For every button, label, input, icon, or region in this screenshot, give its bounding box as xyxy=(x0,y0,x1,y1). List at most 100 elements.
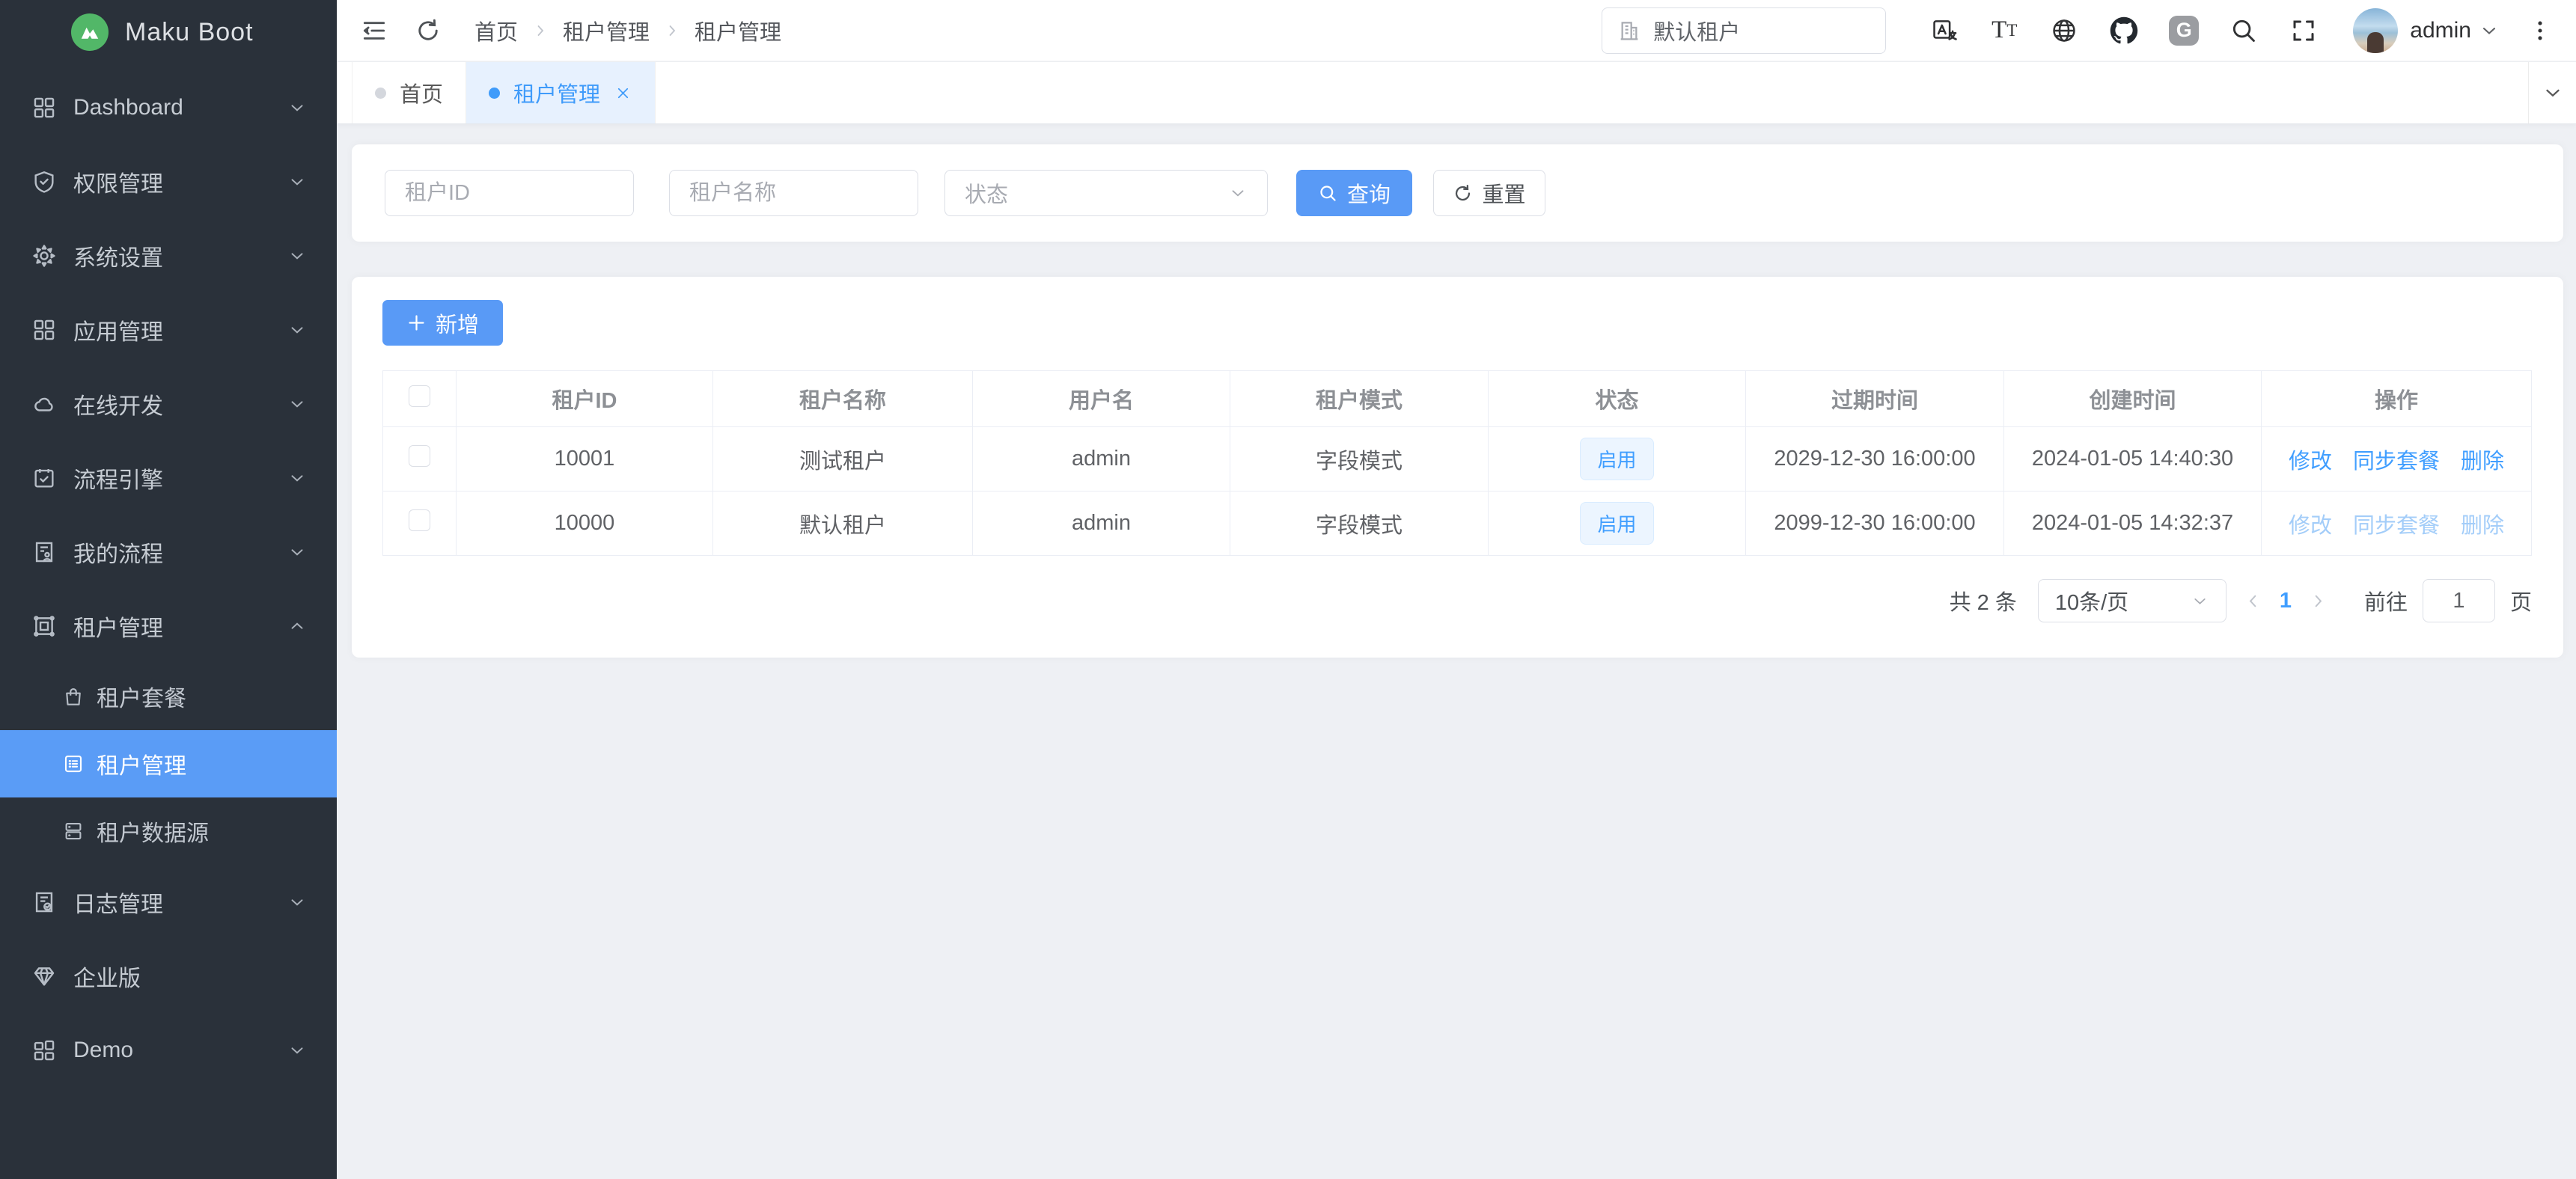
breadcrumb-tenant-module[interactable]: 租户管理 xyxy=(563,15,650,46)
goto-label: 前往 xyxy=(2364,585,2408,616)
sidebar-item-label: 企业版 xyxy=(73,960,141,993)
chevron-down-icon xyxy=(287,1041,307,1060)
cell-actions: 修改同步套餐删除 xyxy=(2262,427,2532,491)
sidebar-subitem-tenant-management[interactable]: 租户管理 xyxy=(0,730,337,797)
select-all-checkbox[interactable] xyxy=(409,385,430,407)
pagination: 共 2 条 10条/页 1 前往 页 xyxy=(382,579,2532,622)
sidebar-collapse-icon[interactable] xyxy=(358,14,391,47)
shield-check-icon xyxy=(31,169,57,195)
sidebar-item-demo[interactable]: Demo xyxy=(0,1013,337,1087)
cell-tenant-id: 10001 xyxy=(457,427,713,491)
sidebar-item-tenant-management[interactable]: 租户管理 xyxy=(0,589,337,663)
chevron-down-icon xyxy=(287,394,307,414)
status-select-placeholder: 状态 xyxy=(965,177,1228,209)
status-select[interactable]: 状态 xyxy=(944,170,1268,216)
sync-package-link[interactable]: 同步套餐 xyxy=(2353,514,2440,538)
sidebar-item-label: 我的流程 xyxy=(73,536,163,569)
sync-package-link[interactable]: 同步套餐 xyxy=(2353,450,2440,474)
chevron-right-icon xyxy=(531,22,549,40)
delete-link[interactable]: 删除 xyxy=(2461,514,2504,538)
globe-icon[interactable] xyxy=(2049,16,2079,46)
col-tenant-name: 租户名称 xyxy=(713,371,973,427)
chevron-right-icon xyxy=(663,22,681,40)
sidebar-item-label: 租户管理 xyxy=(73,610,163,643)
query-button[interactable]: 查询 xyxy=(1296,170,1412,216)
github-icon[interactable] xyxy=(2109,16,2139,46)
cell-tenant-name: 默认租户 xyxy=(713,491,973,556)
refresh-icon[interactable] xyxy=(412,14,445,47)
gitee-icon[interactable]: G xyxy=(2169,16,2199,46)
table-row: 10000 默认租户 admin 字段模式 启用 2099-12-30 16:0… xyxy=(383,491,2532,556)
app-logo[interactable]: Maku Boot xyxy=(0,0,337,64)
maku-logo-icon xyxy=(71,13,109,51)
query-button-label: 查询 xyxy=(1347,177,1391,209)
cell-expire-time: 2029-12-30 16:00:00 xyxy=(1746,427,2004,491)
document-user-icon xyxy=(31,539,57,565)
pagination-total: 共 2 条 xyxy=(1950,585,2017,616)
translate-icon[interactable] xyxy=(1929,16,1959,46)
sidebar-item-workflow-engine[interactable]: 流程引擎 xyxy=(0,441,337,515)
sidebar: Maku Boot Dashboard 权限管理 系统设置 xyxy=(0,0,337,1179)
chevron-down-icon xyxy=(287,542,307,562)
cell-actions: 修改同步套餐删除 xyxy=(2262,491,2532,556)
app-title: Maku Boot xyxy=(125,18,254,47)
add-button[interactable]: 新增 xyxy=(382,300,503,346)
page-unit-label: 页 xyxy=(2510,585,2532,616)
reset-button[interactable]: 重置 xyxy=(1433,170,1545,216)
prev-page-icon[interactable] xyxy=(2243,591,2263,611)
next-page-icon[interactable] xyxy=(2308,591,2328,611)
row-checkbox[interactable] xyxy=(409,509,430,531)
breadcrumb-home[interactable]: 首页 xyxy=(474,15,518,46)
page-number[interactable]: 1 xyxy=(2280,589,2292,613)
cell-status: 启用 xyxy=(1489,427,1746,491)
reset-button-label: 重置 xyxy=(1482,177,1525,209)
table-header-row: 租户ID 租户名称 用户名 租户模式 状态 过期时间 创建时间 操作 xyxy=(383,371,2532,427)
user-avatar[interactable] xyxy=(2353,8,2398,53)
chevron-down-icon[interactable] xyxy=(2479,20,2500,41)
tab-home[interactable]: 首页 xyxy=(352,62,466,123)
fullscreen-icon[interactable] xyxy=(2289,16,2319,46)
search-icon xyxy=(1318,183,1338,203)
sidebar-item-system-settings[interactable]: 系统设置 xyxy=(0,218,337,293)
sidebar-subitem-label: 租户数据源 xyxy=(97,815,209,848)
sidebar-item-dashboard[interactable]: Dashboard xyxy=(0,70,337,144)
sidebar-item-online-dev[interactable]: 在线开发 xyxy=(0,367,337,441)
building-icon xyxy=(1617,19,1641,43)
cell-tenant-id: 10000 xyxy=(457,491,713,556)
tab-overflow-icon[interactable] xyxy=(2528,62,2576,123)
tenant-id-input[interactable] xyxy=(385,170,634,216)
sidebar-item-my-workflow[interactable]: 我的流程 xyxy=(0,515,337,589)
col-expire-time: 过期时间 xyxy=(1746,371,2004,427)
tab-tenant-management[interactable]: 租户管理 xyxy=(466,62,656,123)
search-icon[interactable] xyxy=(2229,16,2259,46)
chevron-down-icon xyxy=(287,246,307,266)
grid-icon xyxy=(31,317,57,343)
sidebar-item-enterprise[interactable]: 企业版 xyxy=(0,939,337,1013)
user-name[interactable]: admin xyxy=(2410,18,2471,43)
sidebar-subitem-tenant-package[interactable]: 租户套餐 xyxy=(0,663,337,730)
sidebar-item-label: 流程引擎 xyxy=(73,462,163,494)
sidebar-menu: Dashboard 权限管理 系统设置 应用管理 xyxy=(0,64,337,1087)
more-options-icon[interactable] xyxy=(2525,16,2555,46)
page-size-select[interactable]: 10条/页 xyxy=(2038,579,2226,622)
col-tenant-id: 租户ID xyxy=(457,371,713,427)
sidebar-item-log-management[interactable]: 日志管理 xyxy=(0,865,337,939)
sidebar-item-label: 应用管理 xyxy=(73,313,163,346)
tenant-select[interactable]: 默认租户 xyxy=(1602,7,1886,54)
tenant-name-input[interactable] xyxy=(669,170,918,216)
sidebar-subitem-tenant-datasource[interactable]: 租户数据源 xyxy=(0,797,337,865)
font-size-icon[interactable]: TT xyxy=(1989,16,2019,46)
sidebar-item-app-management[interactable]: 应用管理 xyxy=(0,293,337,367)
tab-bar: 首页 租户管理 xyxy=(337,62,2576,124)
database-icon xyxy=(62,820,85,842)
col-actions: 操作 xyxy=(2262,371,2532,427)
select-all-cell xyxy=(383,371,457,427)
close-icon[interactable] xyxy=(614,84,632,102)
goto-page-input[interactable] xyxy=(2423,579,2495,622)
row-checkbox[interactable] xyxy=(409,445,430,467)
delete-link[interactable]: 删除 xyxy=(2461,450,2504,474)
search-form-card: 状态 查询 重置 xyxy=(352,144,2563,242)
edit-link[interactable]: 修改 xyxy=(2289,450,2332,474)
edit-link[interactable]: 修改 xyxy=(2289,514,2332,538)
sidebar-item-permissions[interactable]: 权限管理 xyxy=(0,144,337,218)
